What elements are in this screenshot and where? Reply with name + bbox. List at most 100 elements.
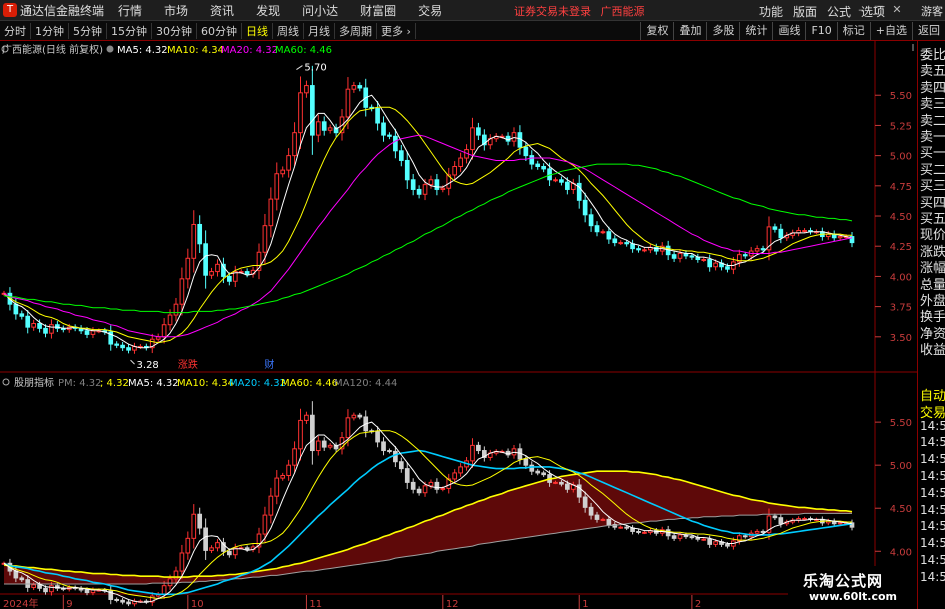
period-5min[interactable]: 5分钟 bbox=[69, 22, 107, 39]
menu-formula[interactable]: 公式 bbox=[827, 3, 851, 20]
maximize-icon[interactable]: □ bbox=[871, 2, 887, 18]
menu-functions[interactable]: 功能 bbox=[759, 3, 783, 20]
period-monthly[interactable]: 月线 bbox=[304, 22, 335, 39]
broker-status[interactable]: 证券交易未登录 广西能源 bbox=[514, 3, 645, 19]
overlay-button[interactable]: 叠加 bbox=[673, 22, 706, 40]
lower-candle-body bbox=[754, 530, 760, 534]
gear-icon[interactable] bbox=[106, 45, 114, 53]
lower-candle-body bbox=[304, 414, 309, 421]
lower-candle-body bbox=[701, 538, 707, 541]
upper-candle-body bbox=[286, 155, 291, 171]
menu-layout[interactable]: 版面 bbox=[793, 3, 817, 20]
sidebar-auto-trade-label[interactable]: 自动 bbox=[920, 385, 945, 403]
menu-market[interactable]: 市场 bbox=[164, 2, 188, 19]
period-multi[interactable]: 多周期 bbox=[335, 22, 377, 39]
lower-candle-body bbox=[600, 518, 606, 521]
close-icon[interactable]: ✕ bbox=[889, 2, 905, 18]
lower-candle-body bbox=[713, 541, 718, 545]
restore-rights-button[interactable]: 复权 bbox=[640, 22, 673, 40]
period-weekly[interactable]: 周线 bbox=[273, 22, 304, 39]
menu-quotes[interactable]: 行情 bbox=[118, 2, 142, 19]
upper-candle-body bbox=[304, 85, 309, 94]
period-60min[interactable]: 60分钟 bbox=[197, 22, 242, 39]
lower-candle-body bbox=[541, 472, 546, 476]
sidebar-auto-trade-label[interactable]: 交易 bbox=[920, 402, 945, 420]
menu-wealth-circle[interactable]: 财富圈 bbox=[360, 2, 396, 19]
menu-ask-xiaoda[interactable]: 问小达 bbox=[302, 2, 338, 19]
lower-candle-body bbox=[357, 414, 363, 418]
minimize-icon[interactable]: – bbox=[853, 2, 869, 18]
legend-pm: PM: 4.32 bbox=[58, 378, 101, 389]
upper-candle-body bbox=[600, 231, 606, 234]
upper-candle-body bbox=[606, 231, 612, 240]
sidebar-tick-time: 14:56 bbox=[920, 502, 945, 517]
period-15min[interactable]: 15分钟 bbox=[107, 22, 152, 39]
lower-candle-body bbox=[565, 483, 570, 490]
multi-stock-button[interactable]: 多股 bbox=[706, 22, 739, 40]
upper-candle-body bbox=[594, 225, 600, 233]
guest-user-label[interactable]: 游客 bbox=[921, 3, 943, 19]
window-controls: – □ ✕ bbox=[851, 2, 905, 18]
upper-price-label: 5.25 bbox=[890, 121, 912, 132]
upper-candle-body bbox=[671, 254, 677, 259]
sidebar-quote-label: 卖二 bbox=[920, 113, 945, 128]
period-daily[interactable]: 日线 bbox=[242, 22, 273, 39]
period-1min[interactable]: 1分钟 bbox=[31, 22, 69, 39]
upper-candle-body bbox=[351, 85, 357, 90]
lower-candle-body bbox=[227, 550, 232, 556]
lower-candle-body bbox=[262, 514, 268, 535]
kline-chart[interactable]: 3.50 3.75 4.00 4.25 4.50 4.75 5.00 5.25 5.50 4.0… bbox=[0, 41, 917, 609]
upper-candle-body bbox=[43, 327, 48, 334]
period-intraday[interactable]: 分时 bbox=[0, 22, 31, 39]
upper-candle-body bbox=[612, 238, 618, 244]
lower-candle-body bbox=[274, 477, 280, 497]
menu-discover[interactable]: 发现 bbox=[256, 2, 280, 19]
upper-candle-body bbox=[452, 165, 458, 176]
event-marker-limit[interactable]: 涨跌 bbox=[178, 358, 198, 371]
add-watchlist-button[interactable]: +自选 bbox=[869, 22, 912, 40]
sidebar-quote-label: 卖四 bbox=[920, 80, 945, 95]
sidebar-quote-label: 买三 bbox=[920, 179, 945, 194]
event-marker-finance[interactable]: 财 bbox=[264, 358, 274, 371]
sidebar-quote-label: 委比 bbox=[920, 48, 945, 62]
mark-button[interactable]: 标记 bbox=[836, 22, 870, 40]
period-30min[interactable]: 30分钟 bbox=[152, 22, 197, 39]
time-axis-month: 2 bbox=[695, 599, 701, 609]
upper-candle-body bbox=[523, 146, 529, 157]
broker-login-status[interactable]: 证券交易未登录 bbox=[514, 5, 591, 18]
lower-candle-body bbox=[19, 577, 25, 581]
lower-candle-body bbox=[582, 496, 588, 508]
upper-price-label: 3.75 bbox=[890, 303, 912, 314]
draw-line-button[interactable]: 画线 bbox=[772, 22, 805, 40]
lower-candle-body bbox=[375, 431, 380, 443]
upper-candle-body bbox=[725, 266, 730, 270]
upper-candle-body bbox=[624, 242, 629, 245]
lower-candle-body bbox=[428, 481, 434, 487]
upper-candle-body bbox=[393, 135, 398, 152]
upper-candle-body bbox=[37, 323, 42, 329]
sidebar-tick-time: 14:56 bbox=[920, 469, 945, 483]
back-button[interactable]: 返回 bbox=[912, 22, 945, 40]
upper-candle-body bbox=[535, 163, 541, 167]
upper-candle-body bbox=[375, 108, 380, 124]
lower-candle-body bbox=[345, 417, 351, 439]
upper-candle-body bbox=[381, 122, 386, 136]
upper-candle-body bbox=[120, 344, 125, 349]
upper-candle-body bbox=[582, 199, 588, 216]
sidebar-tick-time: 14:56 bbox=[920, 569, 945, 584]
legend-ma60: MA60: 4.46 bbox=[275, 45, 332, 56]
legend-pm-ma5: MA5: 4.32 bbox=[128, 378, 179, 389]
menu-news[interactable]: 资讯 bbox=[210, 2, 234, 19]
watermark: 乐淘公式网 www.60lt.com bbox=[788, 566, 917, 609]
lower-candle-body bbox=[244, 547, 250, 551]
menu-trade[interactable]: 交易 bbox=[418, 2, 442, 19]
upper-price-label: 3.50 bbox=[890, 333, 912, 344]
period-more[interactable]: 更多 › bbox=[377, 22, 416, 39]
lower-candle-body bbox=[315, 440, 321, 452]
statistics-button[interactable]: 统计 bbox=[739, 22, 772, 40]
legend-ma10: MA10: 4.34 bbox=[167, 45, 224, 56]
lower-candle-body bbox=[725, 543, 730, 547]
upper-candle-body bbox=[470, 127, 475, 151]
f10-button[interactable]: F10 bbox=[805, 22, 836, 40]
lower-candle-body bbox=[535, 470, 541, 474]
